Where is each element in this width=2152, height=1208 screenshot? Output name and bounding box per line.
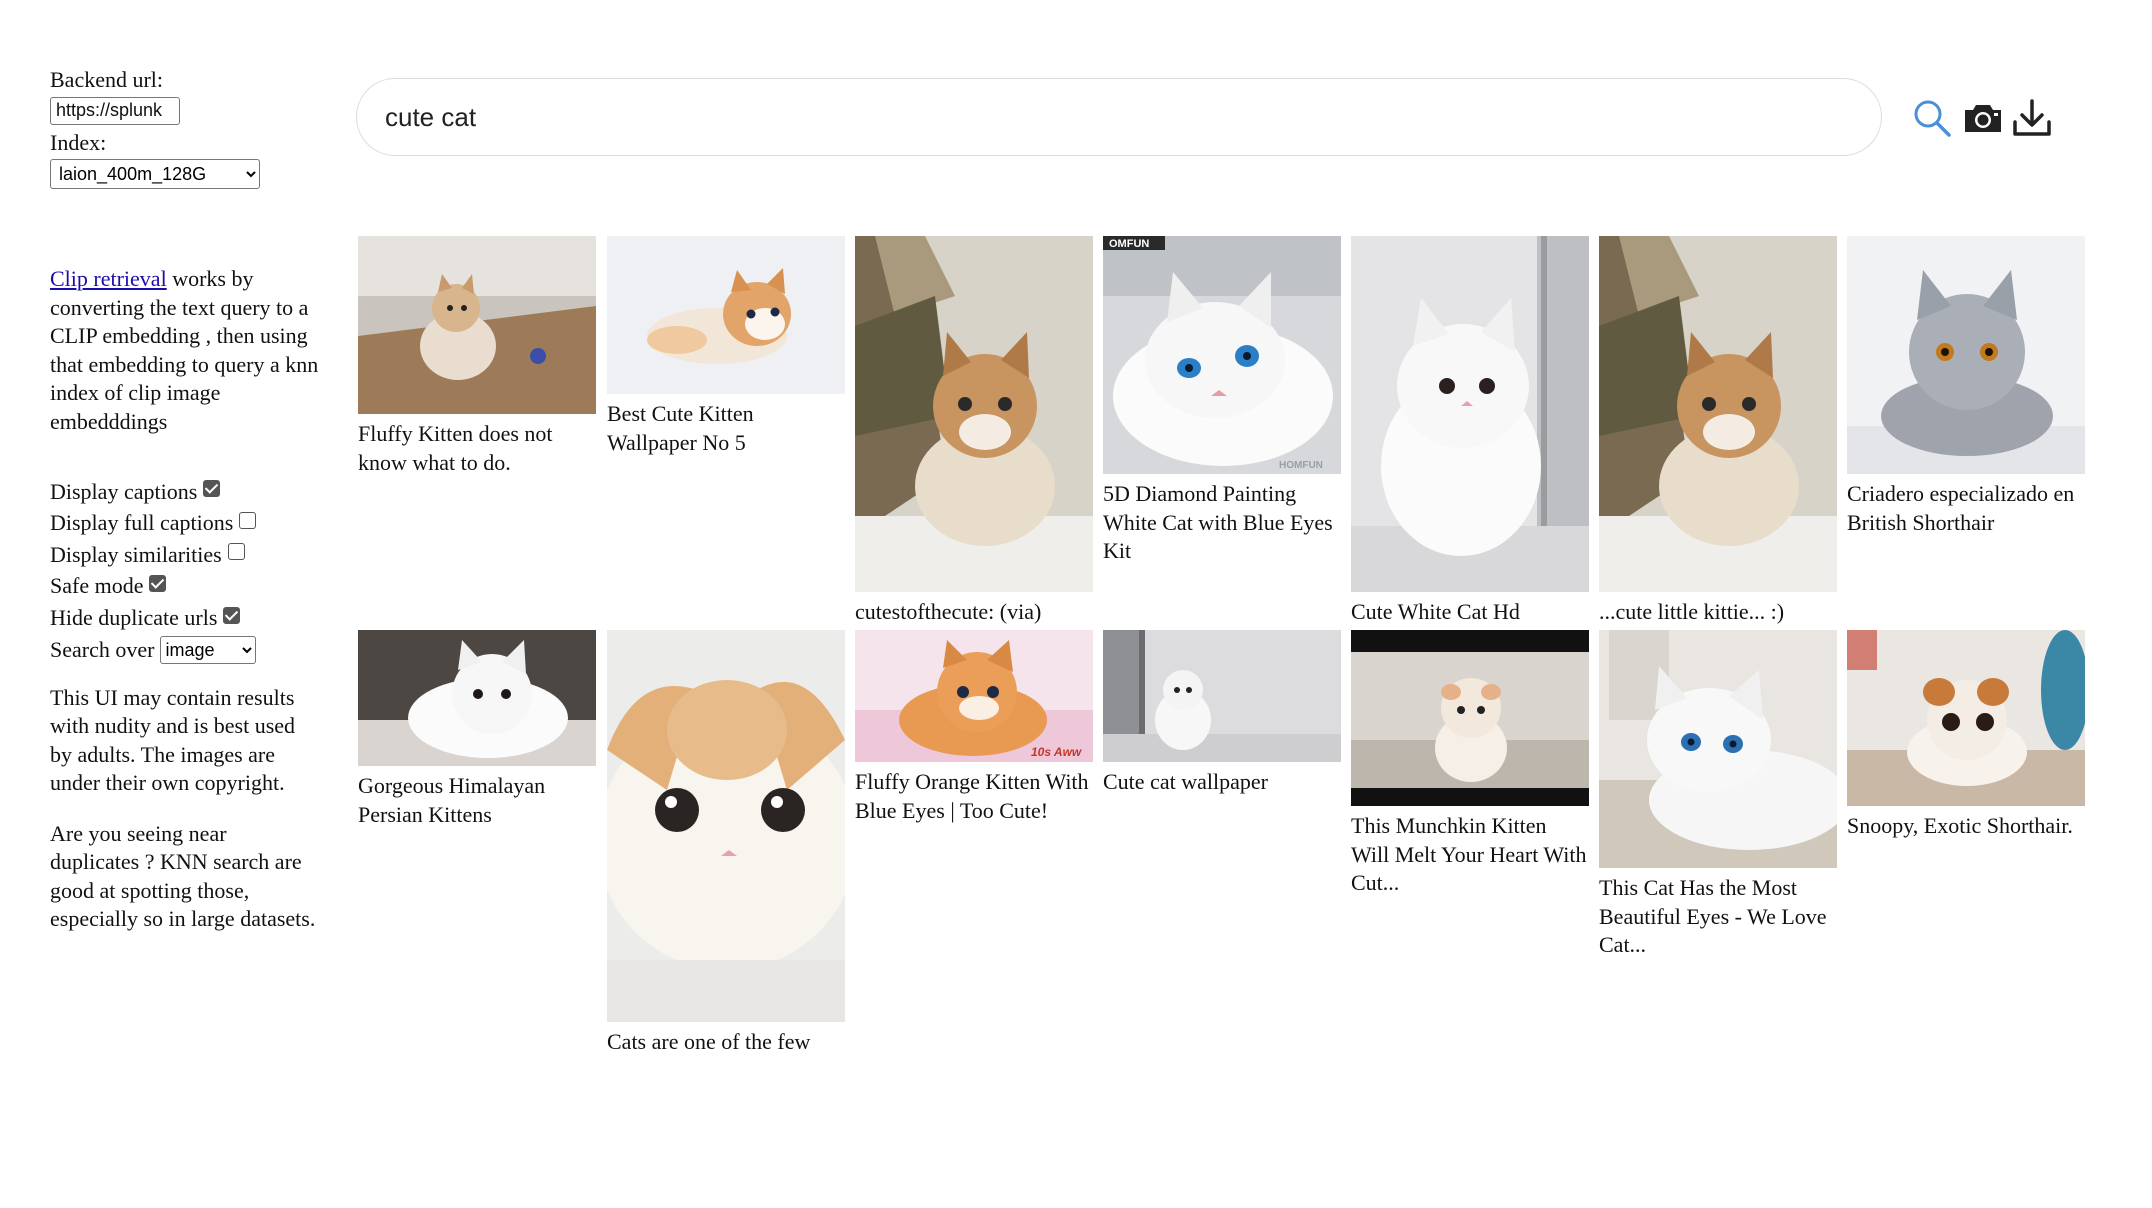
result-caption: Fluffy Kitten does not know what to do. (358, 421, 553, 475)
result-item[interactable]: 10s Aww Fluffy Orange Kitten With Blue E… (855, 630, 1093, 825)
result-caption: This Cat Has the Most Beautiful Eyes - W… (1599, 875, 1827, 957)
download-icon[interactable] (2010, 96, 2054, 140)
result-image[interactable] (1847, 236, 2085, 474)
result-item[interactable]: cutestofthecute: (via) (855, 236, 1093, 627)
index-select[interactable]: laion_400m_128G (50, 159, 260, 189)
result-caption: Snoopy, Exotic Shorthair. (1847, 813, 2073, 838)
result-item[interactable]: Best Cute Kitten Wallpaper No 5 (607, 236, 845, 457)
result-item[interactable]: ...cute little kittie... :) (1599, 236, 1837, 627)
result-caption: Cats are one of the few (607, 1029, 811, 1054)
result-item[interactable]: This Cat Has the Most Beautiful Eyes - W… (1599, 630, 1837, 960)
option-search-over: Search over image (50, 634, 320, 666)
result-item[interactable]: Cute cat wallpaper (1103, 630, 1341, 797)
result-item[interactable]: Gorgeous Himalayan Persian Kittens (358, 630, 596, 829)
result-image[interactable] (358, 630, 596, 766)
option-label: Display similarities (50, 541, 222, 567)
result-image[interactable] (855, 236, 1093, 592)
nudity-notice: This UI may contain results with nudity … (50, 684, 296, 796)
result-caption: 5D Diamond Painting White Cat with Blue … (1103, 481, 1333, 563)
option-label: Hide duplicate urls (50, 604, 218, 630)
options-list: Display captions Display full captions D… (50, 476, 320, 666)
result-caption: cutestofthecute: (via) (855, 599, 1042, 624)
result-item[interactable]: Cats are one of the few (607, 630, 845, 1057)
result-image[interactable] (358, 236, 596, 414)
display-captions-checkbox[interactable] (203, 480, 221, 498)
result-image[interactable] (1599, 236, 1837, 592)
search-over-select[interactable]: image (160, 635, 257, 664)
backend-url-label: Backend url: (50, 67, 164, 92)
clip-retrieval-link[interactable]: Clip retrieval (50, 266, 167, 291)
result-caption: This Munchkin Kitten Will Melt Your Hear… (1351, 813, 1587, 895)
result-image[interactable] (1847, 630, 2085, 806)
result-caption: Gorgeous Himalayan Persian Kittens (358, 773, 546, 827)
display-full-captions-checkbox[interactable] (239, 511, 257, 529)
search-icon[interactable] (1910, 96, 1954, 140)
result-caption: Criadero especializado en British Shorth… (1847, 481, 2075, 535)
result-caption: Cute White Cat Hd (1351, 599, 1520, 624)
search-bar[interactable] (356, 78, 1882, 156)
sidebar: Backend url: Index: laion_400m_128G Clip… (50, 66, 320, 934)
option-label: Display captions (50, 478, 198, 504)
result-item[interactable]: Criadero especializado en British Shorth… (1847, 236, 2085, 537)
result-caption: Best Cute Kitten Wallpaper No 5 (607, 401, 754, 455)
camera-icon[interactable] (1961, 96, 2005, 140)
backend-url-input[interactable] (50, 96, 180, 125)
result-item[interactable]: Snoopy, Exotic Shorthair. (1847, 630, 2085, 841)
result-item[interactable]: This Munchkin Kitten Will Melt Your Hear… (1351, 630, 1589, 898)
result-image[interactable] (607, 236, 845, 394)
result-image[interactable] (1351, 630, 1589, 806)
option-display-similarities: Display similarities (50, 539, 320, 571)
search-over-label: Search over (50, 636, 155, 662)
watermark-text: 10s Aww (1031, 745, 1082, 759)
hide-duplicate-urls-checkbox[interactable] (223, 606, 241, 624)
description: Clip retrieval works by converting the t… (50, 265, 320, 436)
result-caption: ...cute little kittie... :) (1599, 599, 1785, 624)
result-image[interactable] (1103, 630, 1341, 762)
duplicates-notice: Are you seeing near duplicates ? KNN sea… (50, 820, 316, 932)
index-label: Index: (50, 129, 107, 155)
option-safe-mode: Safe mode (50, 571, 320, 603)
option-label: Safe mode (50, 573, 144, 599)
result-caption: Fluffy Orange Kitten With Blue Eyes | To… (855, 769, 1089, 823)
result-item[interactable]: OMFUN HOMFUN 5D Diamond Painting White C… (1103, 236, 1341, 566)
option-display-captions: Display captions (50, 476, 320, 508)
safe-mode-checkbox[interactable] (149, 575, 167, 593)
watermark-text: OMFUN (1109, 238, 1149, 250)
watermark-text: HOMFUN (1279, 460, 1323, 471)
display-similarities-checkbox[interactable] (227, 543, 245, 561)
result-image[interactable]: 10s Aww (855, 630, 1093, 762)
search-input[interactable] (383, 100, 1881, 134)
result-image[interactable] (1599, 630, 1837, 868)
description-text: works by converting the text query to a … (50, 266, 319, 434)
option-hide-duplicate-urls: Hide duplicate urls (50, 602, 320, 634)
result-caption: Cute cat wallpaper (1103, 769, 1268, 794)
result-item[interactable]: Fluffy Kitten does not know what to do. (358, 236, 596, 477)
result-image[interactable] (607, 630, 845, 1022)
result-image[interactable]: OMFUN HOMFUN (1103, 236, 1341, 474)
option-display-full-captions: Display full captions (50, 508, 320, 540)
result-image[interactable] (1351, 236, 1589, 592)
result-item[interactable]: Cute White Cat Hd (1351, 236, 1589, 627)
option-label: Display full captions (50, 510, 234, 536)
